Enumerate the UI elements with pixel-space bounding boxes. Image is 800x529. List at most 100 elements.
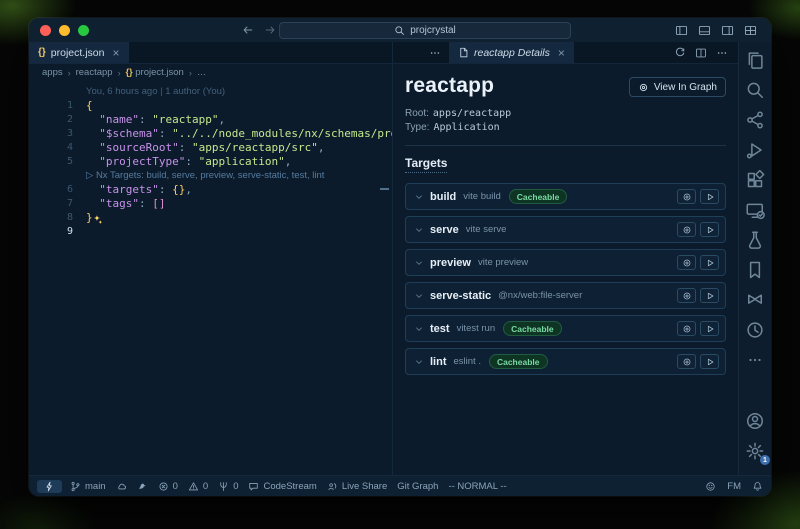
line-number: 1 [29, 99, 86, 113]
target-name: test [430, 323, 450, 335]
activity-item-remote-monitor[interactable] [744, 199, 766, 221]
close-tab-icon[interactable]: × [113, 47, 120, 59]
code-line-2[interactable]: 2 "name": "reactapp", [29, 113, 392, 127]
activity-item-more[interactable] [744, 349, 766, 371]
status-main[interactable]: main [70, 481, 106, 492]
tab-reactapp-details[interactable]: reactapp Details × [449, 42, 575, 63]
blame-text: You, 6 hours ago | 1 author (You) [86, 85, 225, 99]
code-line-5[interactable]: 5 "projectType": "application", [29, 155, 392, 169]
toggle-panel-left-icon[interactable] [675, 24, 688, 37]
targets-heading: Targets [405, 156, 447, 173]
activity-item-bookmark[interactable] [744, 259, 766, 281]
activity-item-run-debug[interactable] [744, 139, 766, 161]
target-row-build[interactable]: buildvite buildCacheable [405, 183, 726, 210]
status-bar: main000CodeStreamLive ShareGit Graph-- N… [29, 475, 771, 496]
code-line-6[interactable]: 6 "targets": {}, [29, 183, 392, 197]
activity-item-nx[interactable] [744, 289, 766, 311]
activity-item-search[interactable] [744, 79, 766, 101]
maximize-window-button[interactable] [78, 25, 89, 36]
status-label: Live Share [342, 481, 387, 492]
line-number: 3 [29, 127, 86, 141]
customize-layout-icon[interactable] [744, 24, 757, 37]
toggle-panel-right-icon[interactable] [721, 24, 734, 37]
run-target-button[interactable] [700, 354, 719, 369]
breadcrumb[interactable]: apps›reactapp›{} project.json›… [29, 64, 392, 81]
more-tabs-icon[interactable] [429, 47, 441, 59]
eye-icon [682, 225, 692, 235]
status-normal[interactable]: -- NORMAL -- [448, 481, 506, 492]
close-tab-icon[interactable]: × [558, 47, 565, 59]
activity-bottom: 1 [744, 410, 766, 470]
show-target-config-button[interactable] [677, 255, 696, 270]
editor-region: {} project.json × apps›reactapp›{} proje… [29, 42, 771, 475]
nx-targets-codelens[interactable]: ▷ Nx Targets: build, serve, preview, ser… [29, 169, 392, 183]
view-in-graph-button[interactable]: View In Graph [629, 77, 726, 97]
target-command: vitest run [457, 323, 496, 334]
activity-item-account[interactable] [744, 410, 766, 432]
minimize-window-button[interactable] [59, 25, 70, 36]
run-target-button[interactable] [700, 189, 719, 204]
fork-icon [218, 481, 229, 492]
status-fm[interactable]: FM [727, 481, 741, 492]
breadcrumb-item-reactapp[interactable]: reactapp [76, 67, 113, 78]
target-row-serve-static[interactable]: serve-static@nx/web:file-server [405, 282, 726, 309]
file-icon [458, 47, 469, 58]
code-text: "projectType": "application", [86, 155, 291, 169]
command-center-search[interactable]: projcrystal [279, 22, 571, 39]
show-target-config-button[interactable] [677, 321, 696, 336]
status-cloud[interactable] [116, 481, 127, 492]
status-live-share[interactable]: Live Share [327, 481, 387, 492]
refresh-icon[interactable] [674, 47, 686, 59]
code-line-1[interactable]: 1{ [29, 99, 392, 113]
breadcrumb-item-projectjson[interactable]: {} project.json [126, 67, 184, 78]
activity-item-extensions[interactable] [744, 169, 766, 191]
code-line-8[interactable]: 8}✦✦ [29, 211, 392, 225]
status-0[interactable]: 0 [188, 481, 208, 492]
status-label: Git Graph [397, 481, 438, 492]
status-codestream[interactable]: CodeStream [248, 481, 316, 492]
code-line-9[interactable]: 9 [29, 225, 392, 239]
breadcrumb-item-apps[interactable]: apps [42, 67, 63, 78]
show-target-config-button[interactable] [677, 354, 696, 369]
run-target-button[interactable] [700, 321, 719, 336]
activity-item-settings[interactable]: 1 [744, 440, 766, 462]
status-bird[interactable] [137, 481, 148, 492]
back-arrow-icon[interactable] [242, 24, 254, 36]
forward-arrow-icon[interactable] [264, 24, 276, 36]
run-target-button[interactable] [700, 255, 719, 270]
cloud-icon [116, 481, 127, 492]
show-target-config-button[interactable] [677, 288, 696, 303]
activity-item-files[interactable] [744, 49, 766, 71]
breadcrumb-item-[interactable]: … [197, 67, 207, 78]
status-bell[interactable] [752, 481, 763, 492]
status-smiley[interactable] [705, 481, 716, 492]
target-name: lint [430, 356, 447, 368]
target-name: serve-static [430, 290, 491, 302]
activity-item-timeline[interactable] [744, 319, 766, 341]
status-0[interactable]: 0 [158, 481, 178, 492]
code-line-3[interactable]: 3 "$schema": "../../node_modules/nx/sche… [29, 127, 392, 141]
target-row-preview[interactable]: previewvite preview [405, 249, 726, 276]
toggle-panel-bottom-icon[interactable] [698, 24, 711, 37]
status-git-graph[interactable]: Git Graph [397, 481, 438, 492]
status-0[interactable]: 0 [218, 481, 238, 492]
code-line-7[interactable]: 7 "tags": [] [29, 197, 392, 211]
split-editor-icon[interactable] [695, 47, 707, 59]
activity-item-test-beaker[interactable] [744, 229, 766, 251]
code-editor[interactable]: You, 6 hours ago | 1 author (You)1{2 "na… [29, 81, 392, 475]
show-target-config-button[interactable] [677, 189, 696, 204]
status-lightning[interactable] [37, 480, 62, 493]
target-row-test[interactable]: testvitest runCacheable [405, 315, 726, 342]
tab-project-json[interactable]: {} project.json × [29, 42, 130, 63]
type-value: Application [433, 122, 499, 133]
run-target-button[interactable] [700, 288, 719, 303]
git-branch-icon [70, 481, 81, 492]
code-line-4[interactable]: 4 "sourceRoot": "apps/reactapp/src", [29, 141, 392, 155]
target-row-serve[interactable]: servevite serve [405, 216, 726, 243]
more-actions-icon[interactable] [716, 47, 728, 59]
close-window-button[interactable] [40, 25, 51, 36]
show-target-config-button[interactable] [677, 222, 696, 237]
run-target-button[interactable] [700, 222, 719, 237]
activity-item-source-control[interactable] [744, 109, 766, 131]
target-row-lint[interactable]: linteslint .Cacheable [405, 348, 726, 375]
